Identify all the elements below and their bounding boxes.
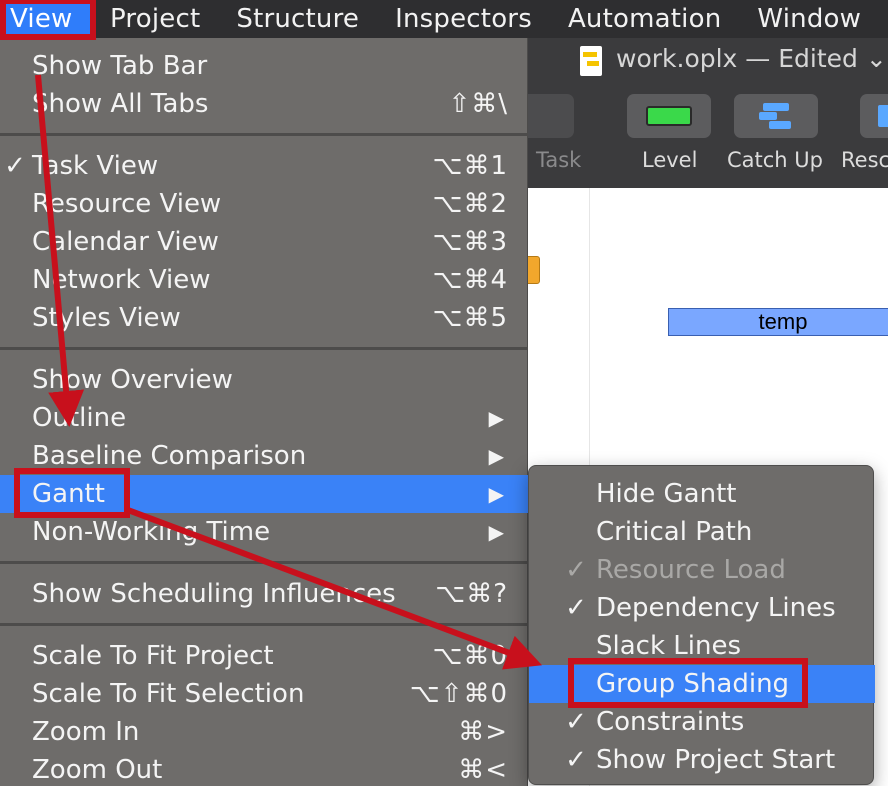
menu-item-label: Show Scheduling Influences <box>32 579 396 609</box>
shortcut-label: ⌥⌘5 <box>432 303 508 333</box>
menubar-structure[interactable]: Structure <box>218 0 377 38</box>
menubar-project[interactable]: Project <box>92 0 218 38</box>
checkmark-icon: ✓ <box>4 151 26 181</box>
menu-item-label: Hide Gantt <box>596 479 737 509</box>
menu-item-label: Show All Tabs <box>32 89 209 119</box>
level-button-label: Level <box>642 148 698 172</box>
menu-item-styles-view[interactable]: Styles View ⌥⌘5 <box>0 299 528 337</box>
reschedule-icon <box>878 105 888 127</box>
menu-item-task-view[interactable]: ✓ Task View ⌥⌘1 <box>0 147 528 185</box>
menu-item-label: Constraints <box>596 707 745 737</box>
menu-item-label: Task View <box>32 151 159 181</box>
gantt-task-bar-temp[interactable]: temp <box>668 308 888 336</box>
menu-item-label: Critical Path <box>596 517 753 547</box>
view-menu: Show Tab Bar Show All Tabs ⇧⌘\ ✓ Task Vi… <box>0 38 528 786</box>
menubar-window[interactable]: Window <box>739 0 879 38</box>
menu-item-label: Show Overview <box>32 365 233 395</box>
task-button[interactable] <box>520 94 574 138</box>
gantt-submenu: Hide Gantt Critical Path ✓ Resource Load… <box>528 465 875 785</box>
shortcut-label: ⌥⇧⌘0 <box>409 679 508 709</box>
level-icon <box>646 106 692 126</box>
window-toolbar: work.oplx — Edited ⌄ Task Level Catch Up… <box>520 38 888 188</box>
menu-item-label: Show Project Start <box>596 745 836 775</box>
menu-item-label: Zoom Out <box>32 755 163 785</box>
menu-item-label: Calendar View <box>32 227 219 257</box>
annotation-box-view <box>0 0 96 40</box>
annotation-box-gantt <box>14 468 130 518</box>
submenu-item-resource-load: ✓ Resource Load <box>529 551 875 589</box>
checkmark-icon: ✓ <box>565 555 587 585</box>
annotation-box-group-shading <box>568 658 808 708</box>
menu-item-label: Scale To Fit Project <box>32 641 274 671</box>
menu-item-network-view[interactable]: Network View ⌥⌘4 <box>0 261 528 299</box>
catch-up-button[interactable] <box>734 94 818 138</box>
menu-item-resource-view[interactable]: Resource View ⌥⌘2 <box>0 185 528 223</box>
menu-item-zoom-in[interactable]: Zoom In ⌘> <box>0 713 528 751</box>
menu-separator <box>0 133 528 136</box>
submenu-item-critical-path[interactable]: Critical Path <box>529 513 875 551</box>
menubar-automation[interactable]: Automation <box>550 0 739 38</box>
shortcut-label: ⌥⌘0 <box>432 641 508 671</box>
submenu-arrow-icon: ▶ <box>488 444 504 468</box>
menu-separator <box>0 623 528 626</box>
level-button[interactable] <box>627 94 711 138</box>
shortcut-label: ⌥⌘? <box>435 579 508 609</box>
menu-item-zoom-out[interactable]: Zoom Out ⌘< <box>0 751 528 786</box>
menu-separator <box>0 347 528 350</box>
submenu-arrow-icon: ▶ <box>488 406 504 430</box>
menu-item-label: Resource Load <box>596 555 786 585</box>
checkmark-icon: ✓ <box>565 707 587 737</box>
menu-item-label: Slack Lines <box>596 631 742 661</box>
menu-item-scale-to-fit-selection[interactable]: Scale To Fit Selection ⌥⇧⌘0 <box>0 675 528 713</box>
menu-item-show-overview[interactable]: Show Overview <box>0 361 528 399</box>
checkmark-icon: ✓ <box>565 593 587 623</box>
submenu-item-hide-gantt[interactable]: Hide Gantt <box>529 475 875 513</box>
submenu-item-dependency-lines[interactable]: ✓ Dependency Lines <box>529 589 875 627</box>
menu-item-show-scheduling-influences[interactable]: Show Scheduling Influences ⌥⌘? <box>0 575 528 613</box>
menu-item-label: Resource View <box>32 189 222 219</box>
menu-separator <box>0 561 528 564</box>
menu-item-calendar-view[interactable]: Calendar View ⌥⌘3 <box>0 223 528 261</box>
menu-item-label: Styles View <box>32 303 181 333</box>
menu-item-label: Baseline Comparison <box>32 441 307 471</box>
shortcut-label: ⌥⌘1 <box>432 151 508 181</box>
shortcut-label: ⌥⌘4 <box>432 265 508 295</box>
checkmark-icon: ✓ <box>565 745 587 775</box>
shortcut-label: ⌘> <box>458 717 508 747</box>
document-title[interactable]: work.oplx — Edited ⌄ <box>616 44 887 73</box>
menubar-inspectors[interactable]: Inspectors <box>377 0 550 38</box>
catch-up-icon <box>759 103 793 129</box>
submenu-arrow-icon: ▶ <box>488 520 504 544</box>
menu-item-label: Zoom In <box>32 717 140 747</box>
menu-item-show-tab-bar[interactable]: Show Tab Bar <box>0 47 528 85</box>
menu-item-label: Network View <box>32 265 211 295</box>
document-icon <box>580 46 602 76</box>
shortcut-label: ⌘< <box>458 755 508 785</box>
menu-bar: View Project Structure Inspectors Automa… <box>0 0 888 38</box>
menu-item-label: Show Tab Bar <box>32 51 208 81</box>
task-button-label: Task <box>536 148 582 172</box>
menu-item-label: Outline <box>32 403 127 433</box>
menu-item-label: Non-Working Time <box>32 517 271 547</box>
submenu-item-show-project-start[interactable]: ✓ Show Project Start <box>529 741 875 779</box>
shortcut-label: ⌥⌘2 <box>432 189 508 219</box>
menu-item-outline[interactable]: Outline ▶ <box>0 399 528 437</box>
menu-item-non-working-time[interactable]: Non-Working Time ▶ <box>0 513 528 551</box>
menu-item-scale-to-fit-project[interactable]: Scale To Fit Project ⌥⌘0 <box>0 637 528 675</box>
submenu-item-constraints[interactable]: ✓ Constraints <box>529 703 875 741</box>
catch-up-button-label: Catch Up <box>727 148 823 172</box>
submenu-arrow-icon: ▶ <box>488 482 504 506</box>
menu-item-show-all-tabs[interactable]: Show All Tabs ⇧⌘\ <box>0 85 528 123</box>
shortcut-label: ⇧⌘\ <box>448 89 508 119</box>
reschedule-button[interactable] <box>860 94 888 138</box>
shortcut-label: ⌥⌘3 <box>432 227 508 257</box>
menu-item-label: Scale To Fit Selection <box>32 679 305 709</box>
reschedule-button-label: Resc <box>841 148 888 172</box>
menu-item-label: Dependency Lines <box>596 593 836 623</box>
